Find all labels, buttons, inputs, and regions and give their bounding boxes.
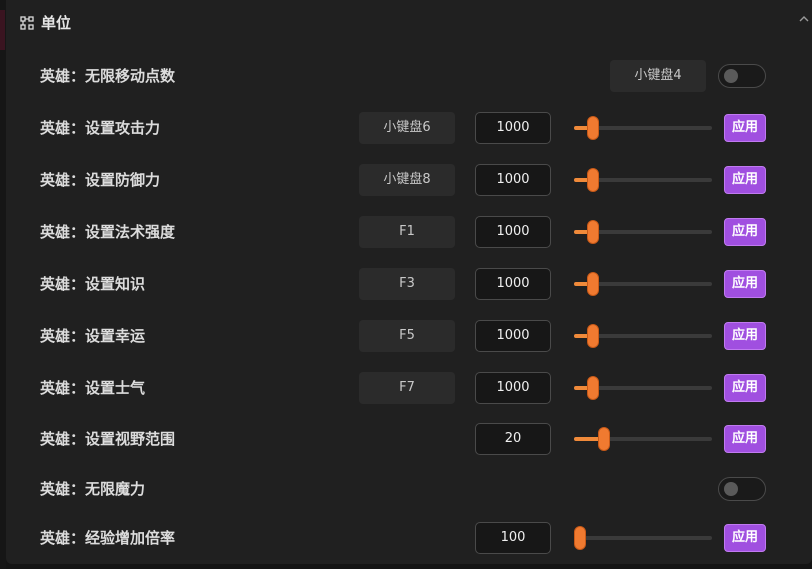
row-label: 英雄：经验增加倍率 [40, 529, 176, 547]
value-input[interactable]: 1000 [475, 112, 551, 144]
hotkey-button[interactable]: F1 [359, 216, 455, 248]
slider-thumb[interactable] [586, 376, 599, 400]
value-input[interactable]: 100 [475, 522, 551, 554]
value-input[interactable]: 20 [475, 423, 551, 455]
value-input[interactable]: 1000 [475, 216, 551, 248]
hotkey-button[interactable]: F3 [359, 268, 455, 300]
toggle-knob [724, 69, 738, 83]
value-slider[interactable] [574, 268, 712, 300]
row-set-luck: 英雄：设置幸运 F5 1000 应用 [6, 320, 812, 352]
hotkey-button[interactable]: 小键盘6 [359, 112, 455, 144]
value-slider[interactable] [574, 522, 712, 554]
row-exp-multiplier: 英雄：经验增加倍率 100 应用 [6, 522, 812, 554]
hotkey-button[interactable]: 小键盘4 [610, 60, 706, 92]
value-input[interactable]: 1000 [475, 320, 551, 352]
background-tint [0, 10, 5, 50]
row-label: 英雄：设置防御力 [40, 171, 161, 189]
row-set-knowledge: 英雄：设置知识 F3 1000 应用 [6, 268, 812, 300]
row-set-vision-range: 英雄：设置视野范围 20 应用 [6, 423, 812, 455]
apply-button[interactable]: 应用 [724, 374, 766, 402]
section-title: 单位 [41, 14, 72, 32]
hotkey-button[interactable]: F5 [359, 320, 455, 352]
hotkey-button[interactable]: F7 [359, 372, 455, 404]
value-slider[interactable] [574, 423, 712, 455]
value-input[interactable]: 1000 [475, 164, 551, 196]
row-set-spell-power: 英雄：设置法术强度 F1 1000 应用 [6, 216, 812, 248]
apply-button[interactable]: 应用 [724, 114, 766, 142]
row-set-attack: 英雄：设置攻击力 小键盘6 1000 应用 [6, 112, 812, 144]
value-slider[interactable] [574, 372, 712, 404]
section-header[interactable]: 单位 [6, 0, 812, 46]
row-label: 英雄：设置攻击力 [40, 119, 161, 137]
toggle-knob [724, 482, 738, 496]
grid-nodes-icon [20, 16, 34, 30]
row-set-defense: 英雄：设置防御力 小键盘8 1000 应用 [6, 164, 812, 196]
apply-button[interactable]: 应用 [724, 166, 766, 194]
apply-button[interactable]: 应用 [724, 425, 766, 453]
apply-button[interactable]: 应用 [724, 322, 766, 350]
row-label: 英雄：无限移动点数 [40, 67, 176, 85]
value-slider[interactable] [574, 164, 712, 196]
value-input[interactable]: 1000 [475, 268, 551, 300]
value-slider[interactable] [574, 112, 712, 144]
row-label: 英雄：设置幸运 [40, 327, 146, 345]
toggle-switch[interactable] [718, 64, 766, 88]
row-infinite-movement: 英雄：无限移动点数 小键盘4 [6, 60, 812, 92]
row-infinite-mana: 英雄：无限魔力 [6, 473, 812, 505]
row-set-morale: 英雄：设置士气 F7 1000 应用 [6, 372, 812, 404]
row-label: 英雄：设置法术强度 [40, 223, 176, 241]
units-panel: 单位 英雄：无限移动点数 小键盘4 英雄：设置攻击力 小键盘6 1000 应用 … [6, 0, 812, 564]
apply-button[interactable]: 应用 [724, 270, 766, 298]
slider-track [574, 536, 712, 540]
apply-button[interactable]: 应用 [724, 218, 766, 246]
slider-thumb[interactable] [586, 220, 599, 244]
slider-thumb[interactable] [586, 324, 599, 348]
slider-thumb[interactable] [586, 168, 599, 192]
slider-thumb[interactable] [586, 272, 599, 296]
row-label: 英雄：设置士气 [40, 379, 146, 397]
toggle-switch[interactable] [718, 477, 766, 501]
apply-button[interactable]: 应用 [724, 524, 766, 552]
slider-thumb[interactable] [574, 526, 586, 550]
value-slider[interactable] [574, 320, 712, 352]
hotkey-button[interactable]: 小键盘8 [359, 164, 455, 196]
row-label: 英雄：设置视野范围 [40, 430, 176, 448]
value-input[interactable]: 1000 [475, 372, 551, 404]
row-label: 英雄：无限魔力 [40, 480, 146, 498]
slider-thumb[interactable] [597, 427, 610, 451]
chevron-up-icon[interactable] [798, 14, 810, 24]
value-slider[interactable] [574, 216, 712, 248]
row-label: 英雄：设置知识 [40, 275, 146, 293]
slider-thumb[interactable] [586, 116, 599, 140]
